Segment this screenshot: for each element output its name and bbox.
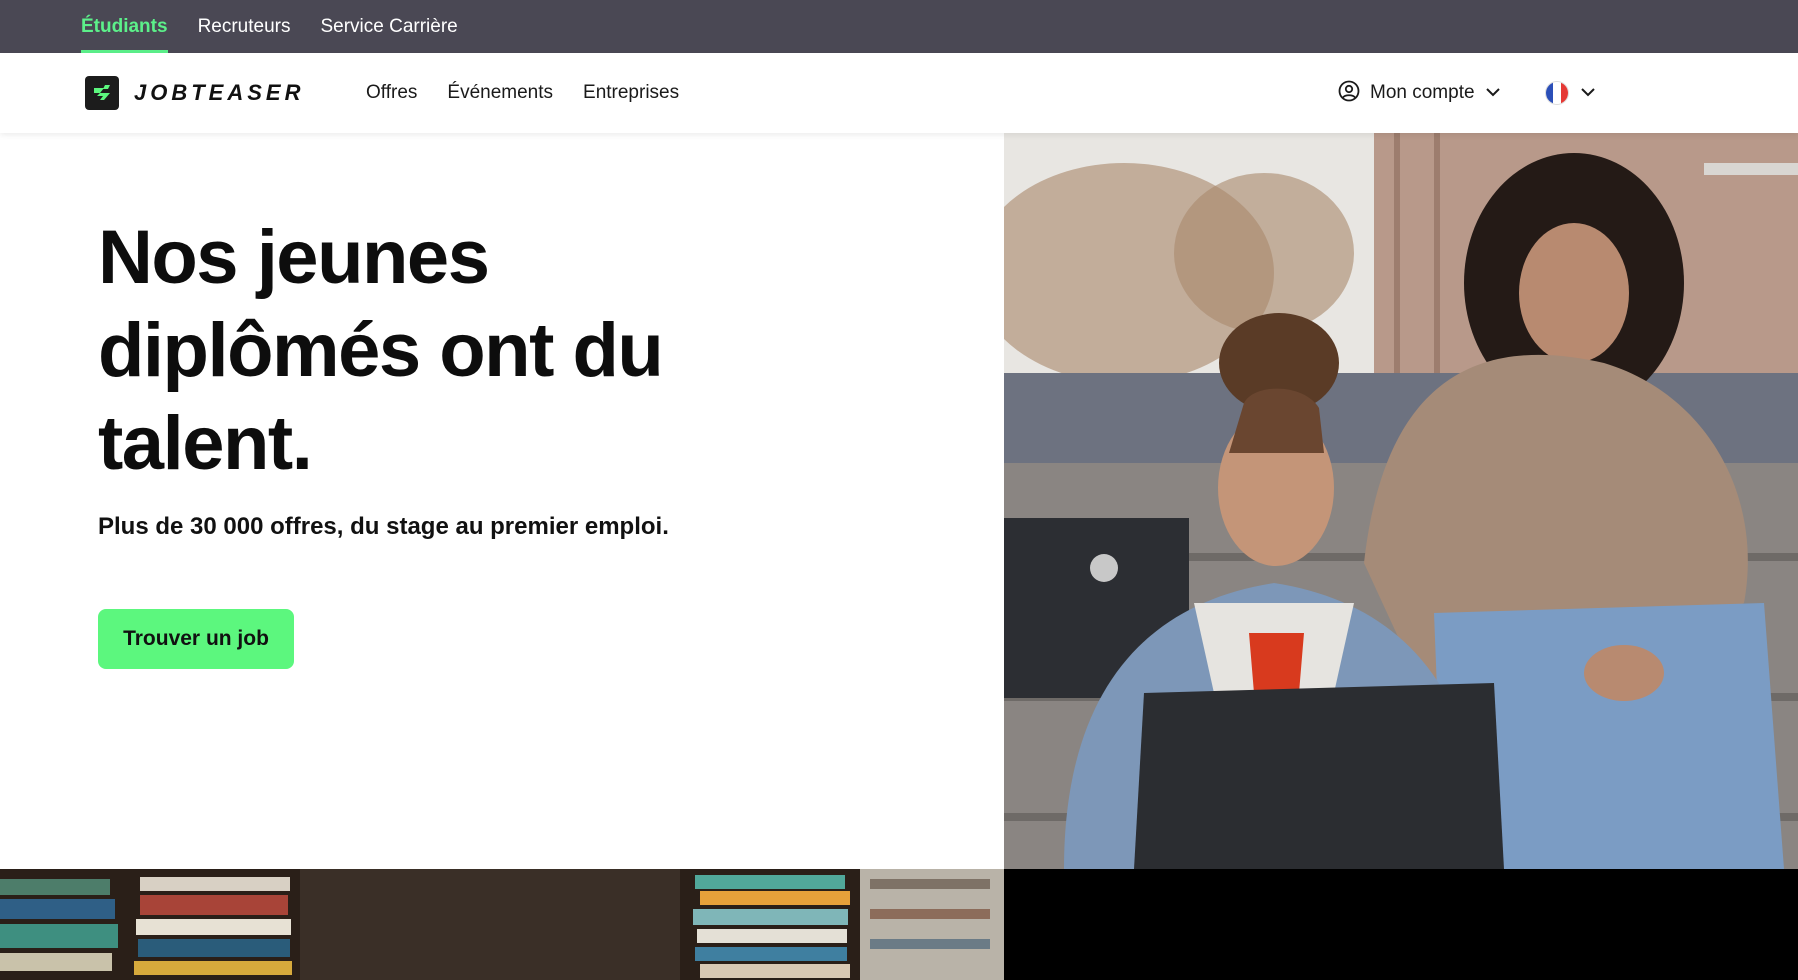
france-flag-icon	[1546, 82, 1568, 104]
hero-section: Nos jeunes diplômés ont du talent. Plus …	[0, 133, 1004, 869]
main-navigation: JOBTEASER Offres Événements Entreprises …	[0, 53, 1798, 133]
logo-wordmark: JOBTEASER	[134, 80, 305, 105]
account-menu[interactable]: Mon compte	[1338, 53, 1501, 133]
chevron-down-icon	[1485, 84, 1501, 102]
dark-panel	[1004, 869, 1798, 980]
audience-tab-recruteurs[interactable]: Recruteurs	[198, 0, 291, 53]
chevron-down-icon	[1580, 84, 1596, 102]
logo-mark-icon	[85, 76, 119, 110]
nav-offres[interactable]: Offres	[366, 82, 417, 104]
nav-evenements[interactable]: Événements	[447, 82, 553, 104]
audience-tab-service-carriere[interactable]: Service Carrière	[320, 0, 457, 53]
language-selector[interactable]	[1546, 53, 1596, 133]
nav-entreprises[interactable]: Entreprises	[583, 82, 679, 104]
audience-tab-etudiants[interactable]: Étudiants	[81, 0, 168, 53]
hero-subtitle: Plus de 30 000 offres, du stage au premi…	[98, 513, 669, 540]
account-label: Mon compte	[1370, 82, 1475, 103]
hero-photo	[1004, 133, 1798, 869]
find-job-button[interactable]: Trouver un job	[98, 609, 294, 669]
hero-title: Nos jeunes diplômés ont du talent.	[98, 215, 664, 486]
jobteaser-logo[interactable]: JOBTEASER	[85, 76, 304, 110]
user-circle-icon	[1338, 80, 1360, 107]
primary-nav: Offres Événements Entreprises	[366, 53, 709, 133]
books-photo	[0, 869, 1004, 980]
audience-bar: Étudiants Recruteurs Service Carrière	[0, 0, 1798, 53]
